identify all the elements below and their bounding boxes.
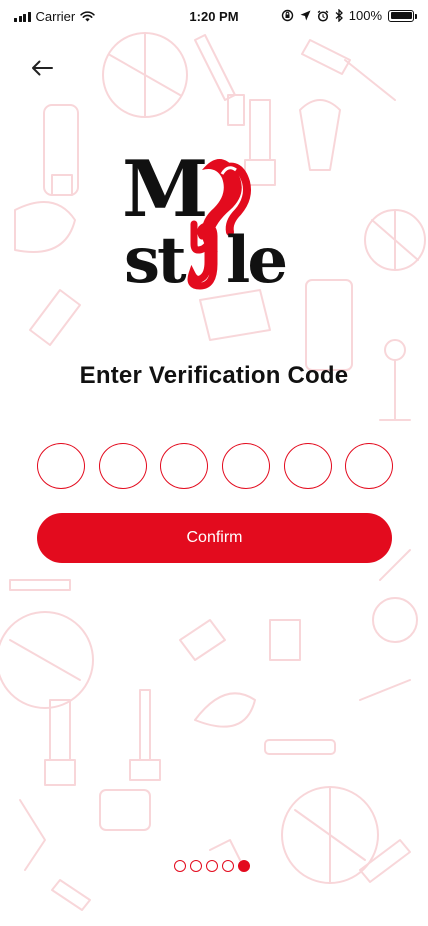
svg-text:st: st xyxy=(124,223,187,290)
page-dot[interactable] xyxy=(222,860,234,872)
page-dot[interactable] xyxy=(190,860,202,872)
alarm-icon xyxy=(317,9,329,22)
page-dot[interactable] xyxy=(238,860,250,872)
back-button[interactable] xyxy=(26,53,58,83)
verification-code-inputs xyxy=(37,443,393,491)
arrow-left-icon xyxy=(32,60,53,76)
page-indicator xyxy=(174,859,250,873)
code-digit-2[interactable] xyxy=(99,443,147,489)
code-digit-1[interactable] xyxy=(37,443,85,489)
location-arrow-icon xyxy=(300,10,311,21)
battery-percent: 100% xyxy=(348,8,382,23)
code-digit-6[interactable] xyxy=(345,443,393,489)
code-digit-5[interactable] xyxy=(284,443,332,489)
code-digit-4[interactable] xyxy=(222,443,270,489)
confirm-button[interactable]: Confirm xyxy=(37,513,392,563)
page-dot[interactable] xyxy=(174,860,186,872)
screen-rotation-lock-icon xyxy=(281,9,293,22)
status-right: 100% xyxy=(281,8,417,23)
battery-icon xyxy=(388,9,417,22)
page-title: Enter Verification Code xyxy=(79,362,349,389)
status-bar: Carrier 1:20 PM 100% xyxy=(0,0,428,34)
my-style-logo: M st le xyxy=(122,150,288,290)
page-dot[interactable] xyxy=(206,860,218,872)
bluetooth-icon xyxy=(335,9,343,22)
svg-text:le: le xyxy=(226,223,285,290)
code-digit-3[interactable] xyxy=(160,443,208,489)
